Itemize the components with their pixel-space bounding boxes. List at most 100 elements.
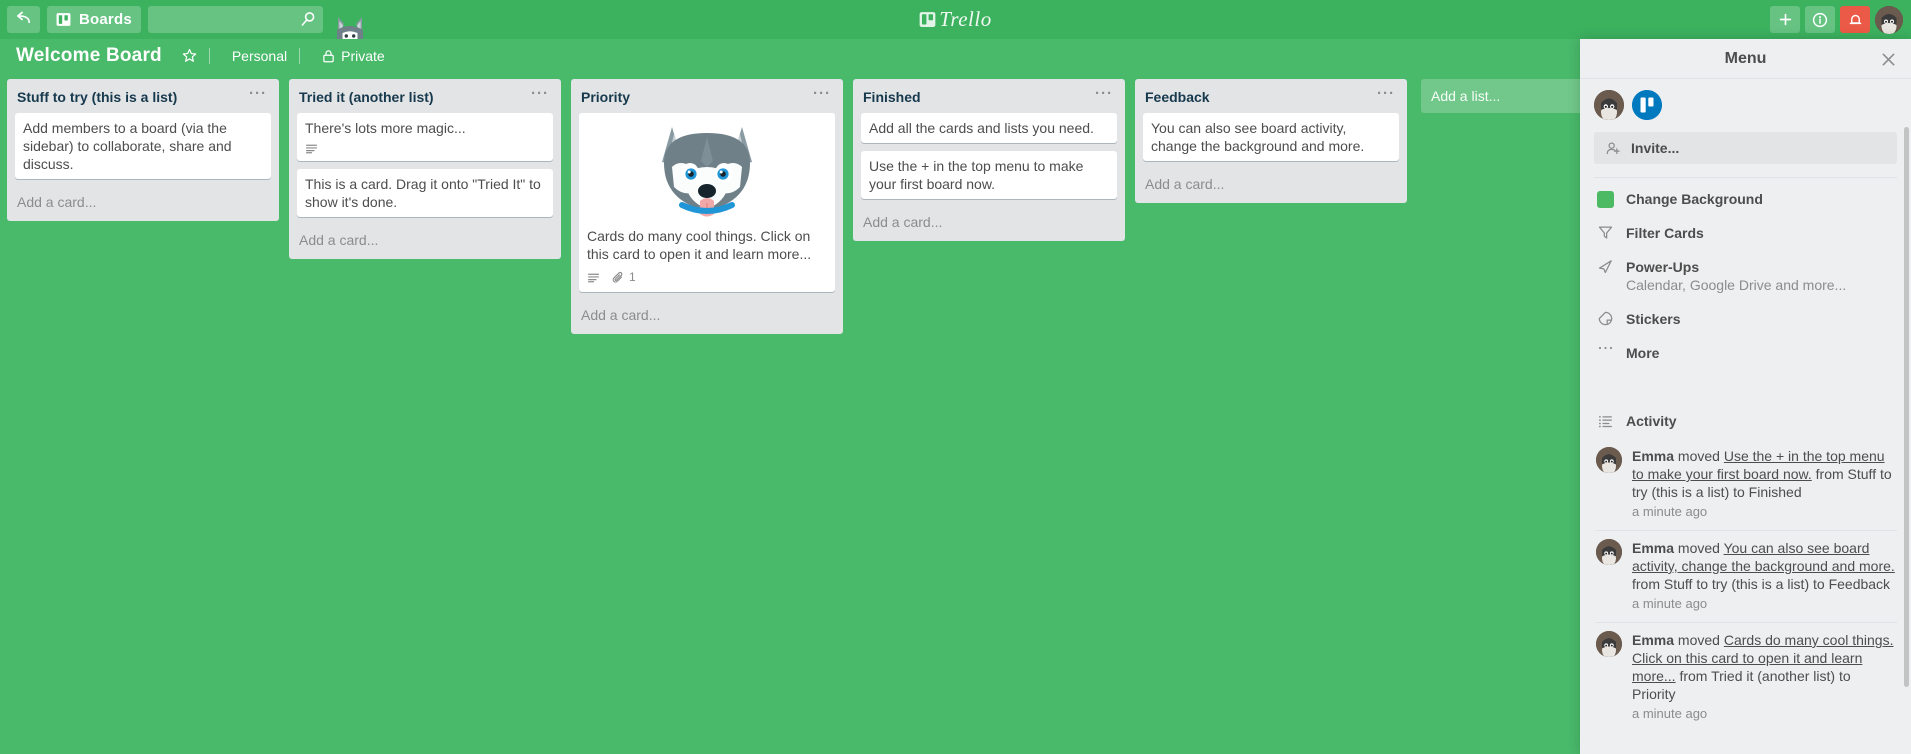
list-stuff-to-try: Stuff to try (this is a list) ··· Add me… xyxy=(7,79,279,221)
activity-text: Emma moved You can also see board activi… xyxy=(1632,539,1895,613)
visibility-button[interactable]: Private xyxy=(316,45,391,67)
topbar-right-actions xyxy=(1770,0,1903,39)
sidebar-item-label: Filter Cards xyxy=(1626,225,1704,241)
header-divider-1 xyxy=(208,47,210,64)
card-title: Use the + in the top menu to make your f… xyxy=(869,158,1084,192)
list-menu-button[interactable]: ··· xyxy=(527,86,553,101)
list-title[interactable]: Finished xyxy=(863,89,1091,105)
lock-icon xyxy=(323,49,334,62)
activity-text: Emma moved Use the + in the top menu to … xyxy=(1632,447,1895,521)
information-button[interactable] xyxy=(1805,6,1835,33)
star-board-button[interactable] xyxy=(176,45,203,66)
activity-entry: Emma moved You can also see board activi… xyxy=(1580,530,1911,622)
star-icon xyxy=(182,48,197,62)
description-icon xyxy=(588,273,599,282)
trello-logo[interactable]: Trello xyxy=(919,7,991,32)
card-title: Add all the cards and lists you need. xyxy=(869,120,1094,136)
activity-timestamp: a minute ago xyxy=(1632,596,1708,611)
organization-avatar[interactable] xyxy=(1632,90,1662,120)
activity-verb: moved xyxy=(1674,540,1724,556)
activity-entry: Emma moved Cards do many cool things. Cl… xyxy=(1580,622,1911,732)
avatar[interactable] xyxy=(1596,447,1622,473)
list-menu-button[interactable]: ··· xyxy=(245,86,271,101)
card[interactable]: Add all the cards and lists you need. xyxy=(861,113,1117,143)
list-title[interactable]: Priority xyxy=(581,89,809,105)
close-icon xyxy=(1882,53,1894,65)
sidebar-item-label: Stickers xyxy=(1626,311,1681,327)
activity-user[interactable]: Emma xyxy=(1632,540,1674,556)
top-navigation-bar: Boards Trello xyxy=(0,0,1911,39)
list-title[interactable]: Tried it (another list) xyxy=(299,89,527,105)
avatar[interactable] xyxy=(1596,539,1622,565)
sidebar-item-label: More xyxy=(1626,345,1660,361)
card[interactable]: You can also see board activity, change … xyxy=(1143,113,1399,161)
board-canvas: Stuff to try (this is a list) ··· Add me… xyxy=(0,72,1580,754)
avatar[interactable] xyxy=(1596,631,1622,657)
activity-user[interactable]: Emma xyxy=(1632,632,1674,648)
activity-verb: moved xyxy=(1674,448,1724,464)
board-icon xyxy=(56,13,71,26)
add-card-button[interactable]: Add a card... xyxy=(7,187,279,219)
board-title[interactable]: Welcome Board xyxy=(12,43,166,69)
boards-button[interactable]: Boards xyxy=(47,6,141,33)
add-card-button[interactable]: Add a card... xyxy=(1135,169,1407,201)
card[interactable]: There's lots more magic... xyxy=(297,113,553,161)
activity-label: Activity xyxy=(1626,413,1677,429)
husky-mascot-icon xyxy=(333,0,367,39)
list-feedback: Feedback ··· You can also see board acti… xyxy=(1135,79,1407,203)
sidebar-item-change-background[interactable]: Change Background xyxy=(1580,178,1911,216)
info-icon xyxy=(1812,12,1828,27)
search-box[interactable] xyxy=(147,6,323,33)
activity-section-header: Activity xyxy=(1580,402,1911,438)
list-menu-button[interactable]: ··· xyxy=(1091,86,1117,101)
sidebar-item-stickers[interactable]: Stickers xyxy=(1580,302,1911,336)
list-title[interactable]: Stuff to try (this is a list) xyxy=(17,89,245,105)
sidebar-item-more[interactable]: More xyxy=(1580,336,1911,370)
add-card-button[interactable]: Add a card... xyxy=(853,207,1125,239)
header-divider-2 xyxy=(299,47,301,64)
user-avatar[interactable] xyxy=(1875,5,1903,34)
activity-user[interactable]: Emma xyxy=(1632,448,1674,464)
card[interactable]: Add members to a board (via the sidebar)… xyxy=(15,113,271,179)
board-menu-sidebar: Menu Invite... Change Background Filter … xyxy=(1580,39,1911,754)
back-button[interactable] xyxy=(7,6,40,33)
list-menu-button[interactable]: ··· xyxy=(809,86,835,101)
invite-button[interactable]: Invite... xyxy=(1594,132,1897,164)
sidebar-header: Menu xyxy=(1580,39,1911,79)
team-name-button[interactable]: Personal xyxy=(226,45,293,67)
sidebar-item-sublabel: Calendar, Google Drive and more... xyxy=(1626,277,1847,293)
notifications-button[interactable] xyxy=(1840,6,1870,33)
activity-timestamp: a minute ago xyxy=(1632,706,1708,721)
card-badges: 1 xyxy=(587,268,827,286)
card[interactable]: This is a card. Drag it onto "Tried It" … xyxy=(297,169,553,217)
sidebar-scrollbar[interactable] xyxy=(1904,127,1909,687)
card[interactable]: Cards do many cool things. Click on this… xyxy=(579,113,835,292)
card-container: Add all the cards and lists you need. Us… xyxy=(853,113,1125,207)
add-card-button[interactable]: Add a card... xyxy=(289,225,561,257)
card[interactable]: Use the + in the top menu to make your f… xyxy=(861,151,1117,199)
close-sidebar-button[interactable] xyxy=(1878,49,1898,69)
list-menu-button[interactable]: ··· xyxy=(1373,86,1399,101)
card-cover-image xyxy=(579,113,835,221)
list-finished: Finished ··· Add all the cards and lists… xyxy=(853,79,1125,241)
card-title: You can also see board activity, change … xyxy=(1151,120,1365,154)
member-avatar[interactable] xyxy=(1594,90,1624,120)
list-title[interactable]: Feedback xyxy=(1145,89,1373,105)
add-button[interactable] xyxy=(1770,6,1800,33)
activity-icon xyxy=(1596,414,1614,429)
list-header: Stuff to try (this is a list) ··· xyxy=(7,79,279,113)
add-card-button[interactable]: Add a card... xyxy=(571,300,843,332)
description-icon xyxy=(306,144,317,154)
sidebar-item-power-ups[interactable]: Power-Ups Calendar, Google Drive and mor… xyxy=(1580,250,1911,302)
board-members xyxy=(1580,79,1911,132)
sidebar-item-label: Power-Ups xyxy=(1626,259,1700,275)
add-list-button[interactable]: Add a list... xyxy=(1421,79,1580,113)
power-ups-text-block: Power-Ups Calendar, Google Drive and mor… xyxy=(1626,258,1846,294)
card-container: Add members to a board (via the sidebar)… xyxy=(7,113,279,187)
card-title: Cards do many cool things. Click on this… xyxy=(587,228,812,262)
list-header: Feedback ··· xyxy=(1135,79,1407,113)
sidebar-item-filter-cards[interactable]: Filter Cards xyxy=(1580,216,1911,250)
search-input[interactable] xyxy=(147,6,323,33)
rocket-icon xyxy=(1596,259,1614,274)
sticker-icon xyxy=(1596,311,1614,326)
